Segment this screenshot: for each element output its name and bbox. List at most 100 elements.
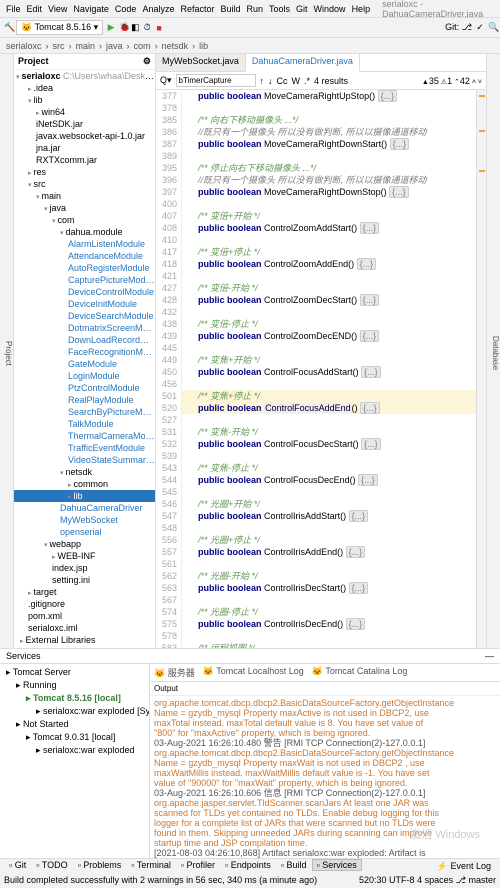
tree-node[interactable]: dahua.module: [14, 226, 155, 238]
code-line[interactable]: 418 public boolean ControlZoomAddEnd() {…: [156, 258, 476, 270]
tree-node[interactable]: MyWebSocket: [14, 514, 155, 526]
database-tool-tab[interactable]: Database: [486, 54, 500, 648]
match-case-toggle[interactable]: Cc: [277, 76, 288, 86]
breadcrumb-item[interactable]: java: [106, 41, 123, 51]
code-line[interactable]: 544 public boolean ControlFocusDecEnd() …: [156, 474, 476, 486]
tree-node[interactable]: src: [14, 178, 155, 190]
toolwindow-git[interactable]: ▫ Git: [4, 859, 31, 871]
code-line[interactable]: 395 /** 停止向右下移动摄像头 ...*/: [156, 162, 476, 174]
stop-icon[interactable]: ■: [155, 23, 163, 33]
code-line[interactable]: 567: [156, 594, 476, 606]
code-line[interactable]: 578: [156, 630, 476, 642]
tree-node[interactable]: AttendanceModule: [14, 250, 155, 262]
tree-node[interactable]: index.jsp: [14, 562, 155, 574]
toolwindow-endpoints[interactable]: ▫ Endpoints: [220, 859, 276, 871]
code-line[interactable]: 438 /** 变倍-停止 */: [156, 318, 476, 330]
tree-node[interactable]: AutoRegisterModule: [14, 262, 155, 274]
tree-node[interactable]: DownLoadRecordModule: [14, 334, 155, 346]
tree-node[interactable]: serialoxc.iml: [14, 622, 155, 634]
toolwindow-profiler[interactable]: ▫ Profiler: [176, 859, 220, 871]
code-line[interactable]: 439 public boolean ControlZoomDecEND() {…: [156, 330, 476, 342]
tree-node[interactable]: GateModule: [14, 358, 155, 370]
menu-git[interactable]: Git: [296, 4, 308, 14]
tree-node[interactable]: WEB-INF: [14, 550, 155, 562]
code-line[interactable]: 408 public boolean ControlZoomAddStart()…: [156, 222, 476, 234]
tree-node[interactable]: AlarmListenModule: [14, 238, 155, 250]
tree-node[interactable]: openserial: [14, 526, 155, 538]
tree-node[interactable]: main: [14, 190, 155, 202]
tree-node[interactable]: ThermalCameraModule: [14, 430, 155, 442]
toolwindow-todo[interactable]: ▫ TODO: [31, 859, 72, 871]
tree-node[interactable]: LoginModule: [14, 370, 155, 382]
code-line[interactable]: 377 public boolean MoveCameraRightUpStop…: [156, 90, 476, 102]
service-tab[interactable]: 🐱 Tomcat Catalina Log: [312, 666, 408, 679]
tree-node[interactable]: webapp: [14, 538, 155, 550]
tree-node[interactable]: jna.jar: [14, 142, 155, 154]
tree-node[interactable]: javax.websocket-api-1.0.jar: [14, 130, 155, 142]
tree-node[interactable]: pom.xml: [14, 610, 155, 622]
tree-node[interactable]: com: [14, 214, 155, 226]
regex-toggle[interactable]: .*: [304, 76, 310, 86]
tree-node[interactable]: common: [14, 478, 155, 490]
menu-window[interactable]: Window: [314, 4, 346, 14]
tree-node[interactable]: target: [14, 586, 155, 598]
menu-help[interactable]: Help: [352, 4, 371, 14]
tree-node[interactable]: DeviceInitModule: [14, 298, 155, 310]
code-line[interactable]: 389: [156, 150, 476, 162]
coverage-icon[interactable]: ◧: [131, 22, 139, 33]
find-input[interactable]: [176, 74, 256, 87]
breadcrumb-item[interactable]: src: [53, 41, 65, 51]
search-icon[interactable]: 🔍: [488, 22, 496, 33]
code-line[interactable]: 520 public boolean ControlFocusAddEnd() …: [156, 402, 476, 414]
code-line[interactable]: 445: [156, 342, 476, 354]
code-line[interactable]: 527: [156, 414, 476, 426]
code-line[interactable]: 531 /** 变焦-开始 */: [156, 426, 476, 438]
hammer-icon[interactable]: 🔨: [4, 22, 12, 33]
code-line[interactable]: 396 //既只有一个摄像头 所以没有做判断, 所以以摄像通道移动: [156, 174, 476, 186]
service-tab[interactable]: 🐱 Tomcat Localhost Log: [203, 666, 304, 679]
code-line[interactable]: 385 /** 向右下移动摄像头 ...*/: [156, 114, 476, 126]
find-close-icon[interactable]: Q▾: [160, 75, 172, 86]
tree-node[interactable]: .gitignore: [14, 598, 155, 610]
tree-node[interactable]: TalkModule: [14, 418, 155, 430]
code-line[interactable]: 421: [156, 270, 476, 282]
indent[interactable]: 4 spaces: [417, 875, 453, 885]
toolwindow-build[interactable]: ▫ Build: [276, 859, 312, 871]
menu-build[interactable]: Build: [220, 4, 240, 14]
run-icon[interactable]: ▶: [107, 22, 115, 33]
code-line[interactable]: 539: [156, 450, 476, 462]
update-icon[interactable]: ✓: [476, 22, 484, 33]
tree-node[interactable]: External Libraries: [14, 634, 155, 646]
tree-node[interactable]: FaceRecognitionModule: [14, 346, 155, 358]
code-line[interactable]: 545: [156, 486, 476, 498]
tree-node[interactable]: DahuaCameraDriver: [14, 502, 155, 514]
tree-node[interactable]: setting.ini: [14, 574, 155, 586]
code-line[interactable]: 407 /** 变倍+开始 */: [156, 210, 476, 222]
project-tool-tab[interactable]: Project: [0, 54, 14, 648]
breadcrumb-item[interactable]: main: [76, 41, 96, 51]
event-log-button[interactable]: ⚡ Event Log: [432, 860, 496, 873]
code-editor[interactable]: 377 public boolean MoveCameraRightUpStop…: [156, 90, 476, 648]
service-node[interactable]: ▸ Tomcat Server: [2, 666, 147, 679]
menu-view[interactable]: View: [48, 4, 67, 14]
service-node[interactable]: ▸ serialoxc:war exploded [Synchroni: [2, 705, 147, 718]
tree-node[interactable]: SearchByPictureModule: [14, 406, 155, 418]
code-line[interactable]: 561: [156, 558, 476, 570]
git-branch-icon[interactable]: Git: ⎇: [445, 22, 472, 33]
error-stripe[interactable]: [476, 90, 486, 648]
tree-node[interactable]: iNetSDK.jar: [14, 118, 155, 130]
code-line[interactable]: 450 public boolean ControlFocusAddStart(…: [156, 366, 476, 378]
service-node[interactable]: ▸ Tomcat 9.0.31 [local]: [2, 731, 147, 744]
code-line[interactable]: 386 //既只有一个摄像头 所以没有做判断, 所以以摄像通道移动: [156, 126, 476, 138]
menu-file[interactable]: File: [6, 4, 21, 14]
code-line[interactable]: 548: [156, 522, 476, 534]
tree-node[interactable]: java: [14, 202, 155, 214]
code-line[interactable]: 501 /** 变焦+停止 */: [156, 390, 476, 402]
project-tree[interactable]: Project ⚙ serialoxc C:\Users\whaa\Deskto…: [14, 54, 156, 648]
editor-tab[interactable]: DahuaCameraDriver.java: [246, 54, 360, 72]
tree-node[interactable]: TrafficEventModule: [14, 442, 155, 454]
profile-icon[interactable]: ⏱: [143, 22, 151, 33]
code-line[interactable]: 574 /** 光圈-停止 */: [156, 606, 476, 618]
prev-match-icon[interactable]: ↑: [260, 76, 265, 86]
code-line[interactable]: 417 /** 变倍+停止 */: [156, 246, 476, 258]
